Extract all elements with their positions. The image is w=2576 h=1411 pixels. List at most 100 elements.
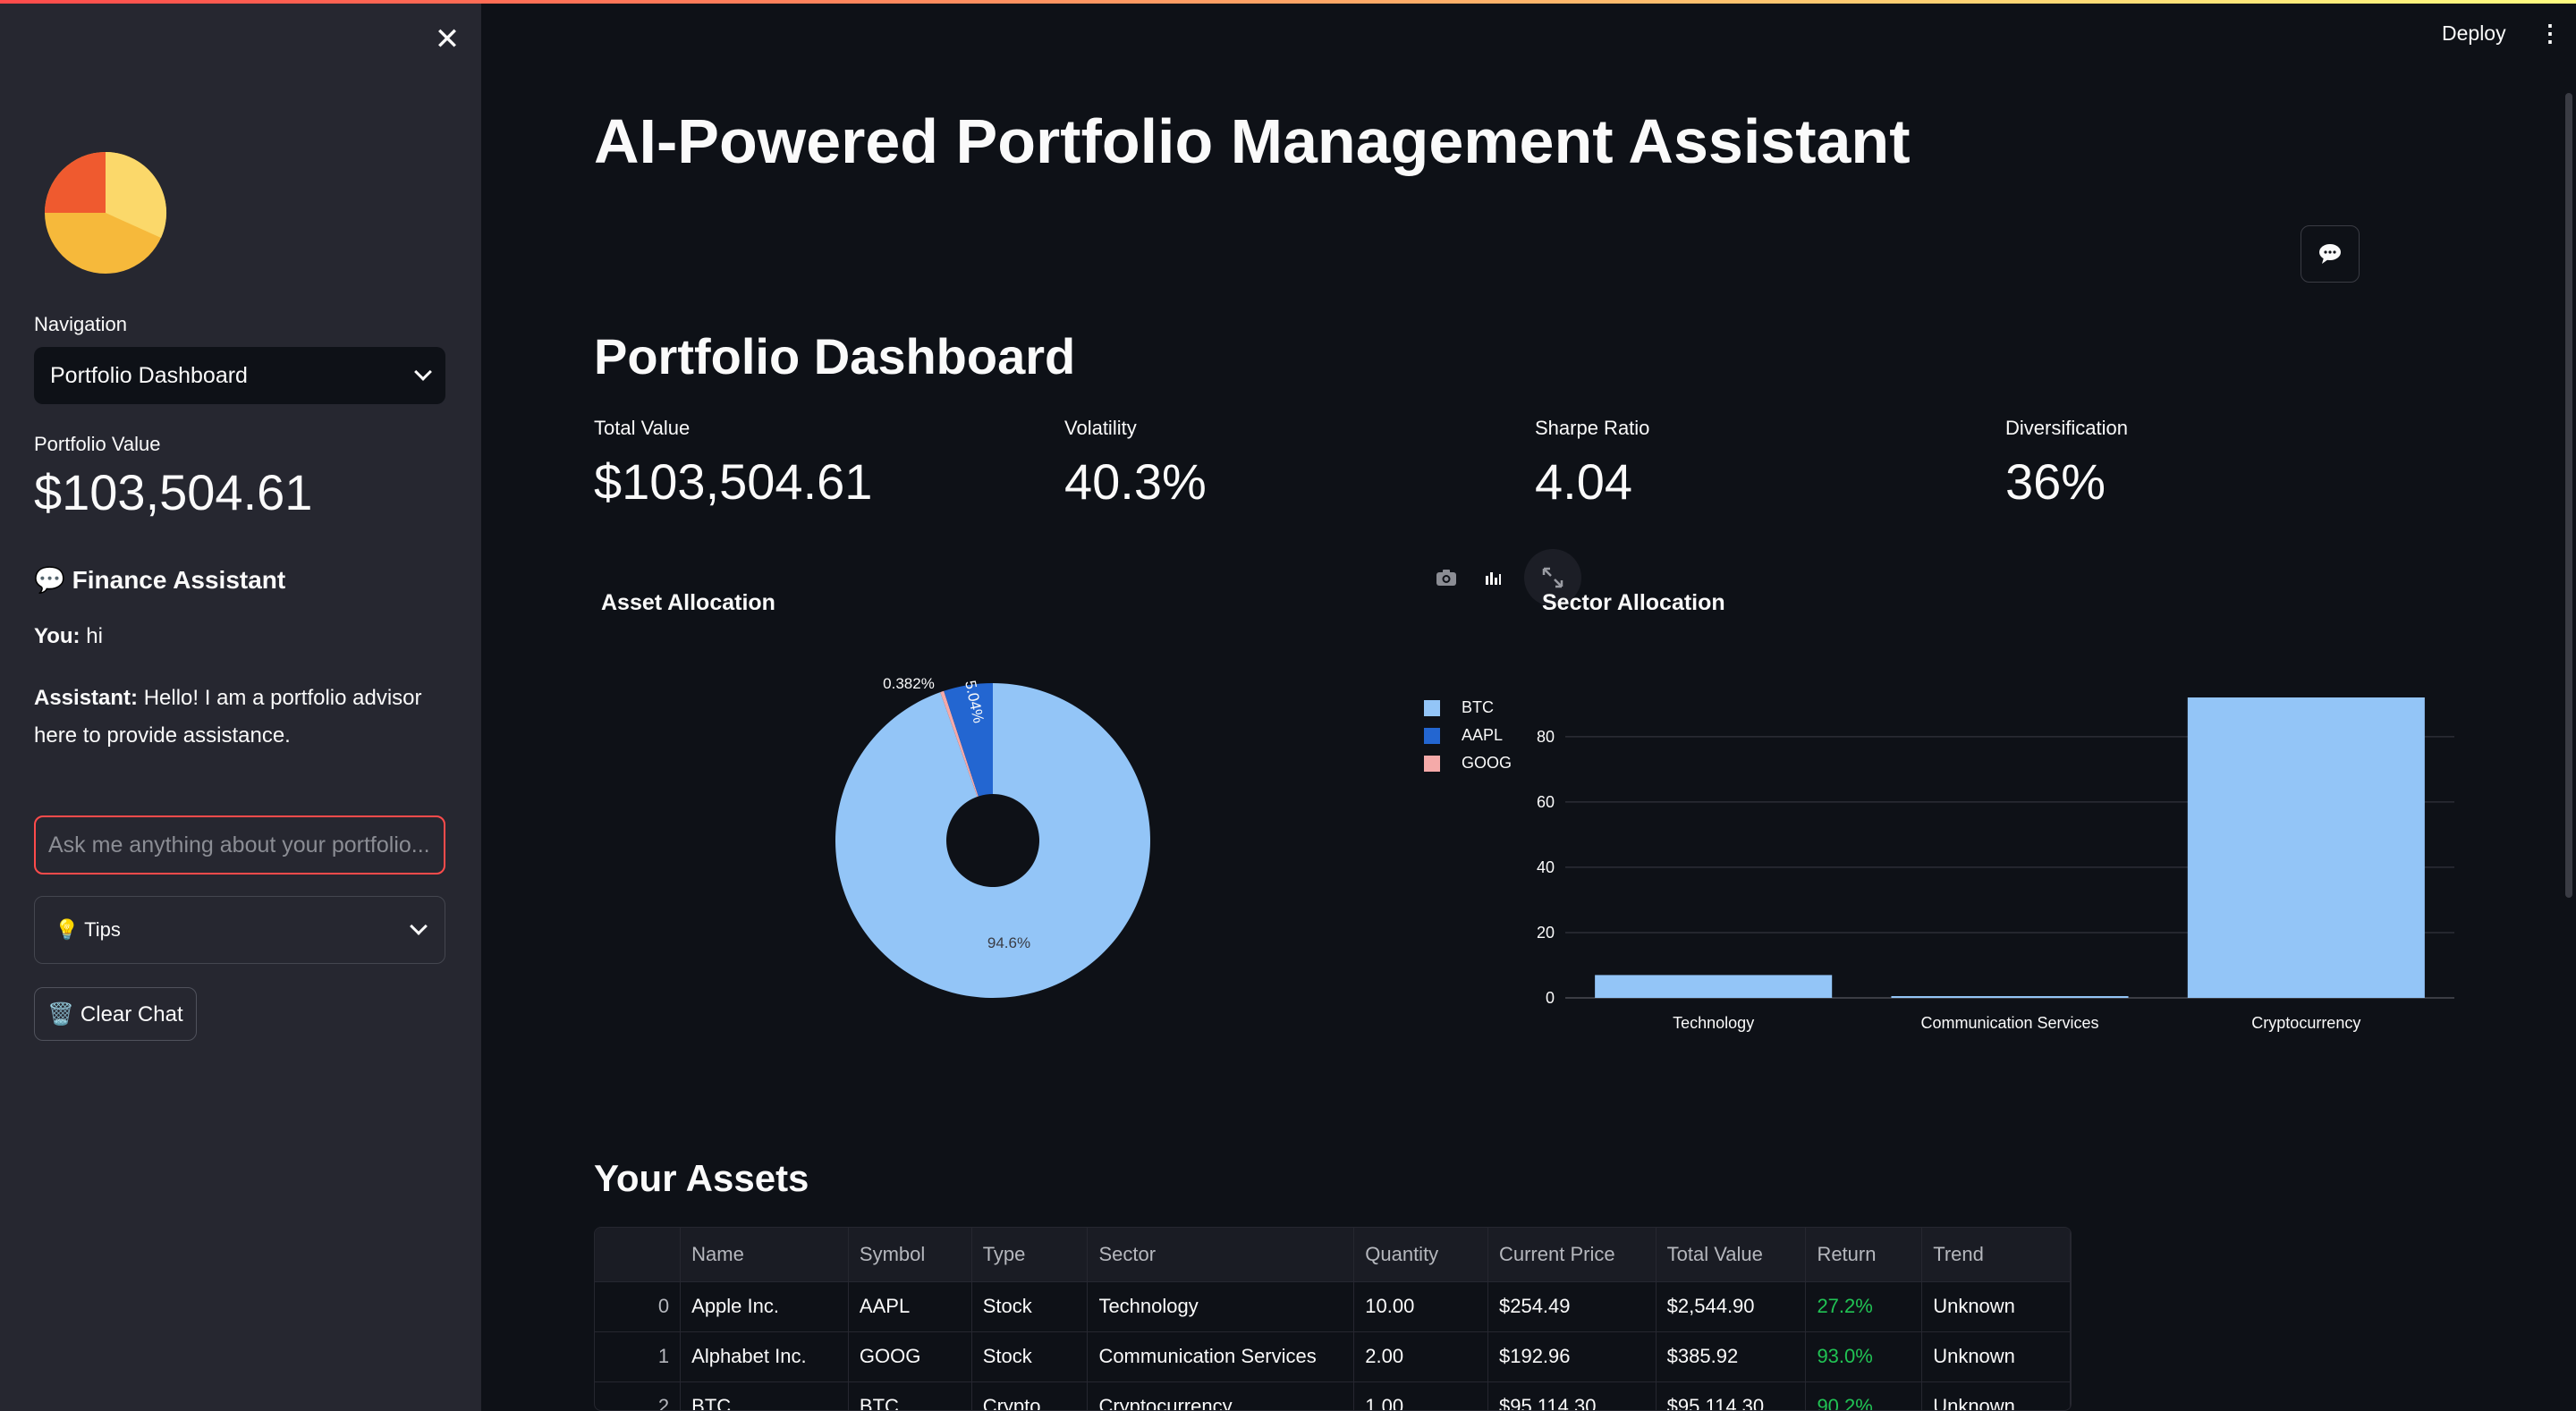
deploy-button[interactable]: Deploy bbox=[2442, 21, 2506, 46]
column-header-index[interactable] bbox=[595, 1228, 682, 1282]
chat-input[interactable]: Ask me anything about your portfolio... bbox=[34, 815, 445, 874]
cell-total-value[interactable]: $2,544.90 bbox=[1656, 1281, 1807, 1332]
scrollbar[interactable] bbox=[2565, 93, 2572, 898]
cell-name[interactable]: BTC bbox=[680, 1381, 849, 1410]
y-tick-label: 60 bbox=[1537, 793, 1555, 811]
cell-type[interactable]: Crypto bbox=[971, 1381, 1089, 1410]
metric-label: Sharpe Ratio bbox=[1535, 417, 1650, 439]
y-tick-label: 40 bbox=[1537, 858, 1555, 876]
navigation-label: Navigation bbox=[34, 313, 127, 335]
cell-total-value[interactable]: $385.92 bbox=[1656, 1331, 1807, 1382]
bar-communication-services[interactable] bbox=[1891, 996, 2129, 998]
column-header-quantity[interactable]: Quantity bbox=[1353, 1228, 1488, 1282]
page-title: AI-Powered Portfolio Management Assistan… bbox=[594, 106, 1911, 176]
cell-symbol[interactable]: GOOG bbox=[848, 1331, 972, 1382]
assets-title: Your Assets bbox=[594, 1157, 809, 1199]
chevron-down-icon bbox=[410, 917, 428, 935]
sidebar: ✕ Navigation Portfolio Dashboard Portfol… bbox=[0, 0, 481, 1411]
metric-volatility: Volatility 40.3% bbox=[1064, 417, 1207, 511]
portfolio-value-label: Portfolio Value bbox=[34, 433, 161, 455]
cell-name[interactable]: Apple Inc. bbox=[680, 1281, 849, 1332]
close-sidebar-icon[interactable]: ✕ bbox=[431, 23, 463, 55]
metric-label: Volatility bbox=[1064, 417, 1137, 439]
cell-return[interactable]: 93.0% bbox=[1805, 1331, 1923, 1382]
chat-bubble-icon bbox=[2319, 244, 2341, 264]
column-header-current-price[interactable]: Current Price bbox=[1487, 1228, 1657, 1282]
metric-value: $103,504.61 bbox=[594, 453, 873, 510]
x-tick-label: Technology bbox=[1673, 1014, 1754, 1032]
cell-current-price[interactable]: $254.49 bbox=[1487, 1281, 1657, 1332]
user-text: hi bbox=[86, 624, 103, 648]
y-tick-label: 0 bbox=[1546, 989, 1555, 1007]
sector-allocation-bar-chart: 0 20 40 60 80 Technology Communication Service… bbox=[1537, 697, 2454, 1032]
cell-symbol[interactable]: AAPL bbox=[848, 1281, 972, 1332]
column-header-symbol[interactable]: Symbol bbox=[848, 1228, 972, 1282]
cell-type[interactable]: Stock bbox=[971, 1281, 1089, 1332]
cell-symbol[interactable]: BTC bbox=[848, 1381, 972, 1410]
cell-name[interactable]: Alphabet Inc. bbox=[680, 1331, 849, 1382]
cell-total-value[interactable]: $95,114.30 bbox=[1656, 1381, 1807, 1410]
metric-total-value: Total Value $103,504.61 bbox=[594, 417, 872, 511]
column-header-name[interactable]: Name bbox=[680, 1228, 849, 1282]
chevron-down-icon bbox=[414, 363, 432, 381]
cell-return[interactable]: 90.2% bbox=[1805, 1381, 1923, 1410]
bar-cryptocurrency[interactable] bbox=[2187, 697, 2425, 998]
table-row[interactable]: 1 Alphabet Inc. GOOG Stock Communication… bbox=[595, 1331, 2071, 1382]
table-row[interactable]: 2 BTC BTC Crypto Cryptocurrency 1.00 $95… bbox=[595, 1381, 2071, 1410]
y-tick-label: 20 bbox=[1537, 924, 1555, 942]
asset-allocation-pie-chart: 94.6%5.04%0.382% bbox=[835, 675, 1150, 998]
cell-sector[interactable]: Cryptocurrency bbox=[1087, 1381, 1355, 1410]
column-header-trend[interactable]: Trend bbox=[1921, 1228, 2071, 1282]
row-index: 0 bbox=[595, 1281, 682, 1332]
assets-table[interactable]: Name Symbol Type Sector Quantity Current… bbox=[594, 1227, 2072, 1411]
cell-trend[interactable]: Unknown bbox=[1921, 1381, 2071, 1410]
clear-chat-button[interactable]: 🗑️ Clear Chat bbox=[34, 987, 197, 1041]
cell-trend[interactable]: Unknown bbox=[1921, 1331, 2071, 1382]
chat-bubble-button[interactable] bbox=[2301, 225, 2360, 283]
cell-sector[interactable]: Technology bbox=[1087, 1281, 1355, 1332]
tips-expander[interactable]: 💡 Tips bbox=[34, 896, 445, 964]
asset-allocation-title: Asset Allocation bbox=[601, 590, 775, 615]
pie-label-btc: 94.6% bbox=[987, 934, 1030, 951]
metric-label: Diversification bbox=[2005, 417, 2128, 439]
column-header-sector[interactable]: Sector bbox=[1087, 1228, 1355, 1282]
cell-trend[interactable]: Unknown bbox=[1921, 1281, 2071, 1332]
user-message: You: hi bbox=[34, 624, 103, 649]
cell-current-price[interactable]: $95,114.30 bbox=[1487, 1381, 1657, 1410]
cell-current-price[interactable]: $192.96 bbox=[1487, 1331, 1657, 1382]
x-tick-label: Communication Services bbox=[1920, 1014, 2098, 1032]
metric-value: 36% bbox=[2005, 453, 2106, 510]
pie-label-goog: 0.382% bbox=[883, 675, 935, 692]
main-menu-icon[interactable]: ⋮ bbox=[2538, 21, 2562, 45]
top-accent-bar bbox=[0, 0, 2576, 4]
y-tick-label: 80 bbox=[1537, 728, 1555, 746]
navigation-select[interactable]: Portfolio Dashboard bbox=[34, 347, 445, 404]
portfolio-value: $103,504.61 bbox=[34, 464, 313, 520]
user-label: You: bbox=[34, 624, 80, 648]
cell-sector[interactable]: Communication Services bbox=[1087, 1331, 1355, 1382]
column-header-type[interactable]: Type bbox=[971, 1228, 1089, 1282]
column-header-return[interactable]: Return bbox=[1805, 1228, 1923, 1282]
pie-logo-icon bbox=[45, 152, 167, 274]
metric-value: 40.3% bbox=[1064, 453, 1207, 510]
cell-quantity[interactable]: 10.00 bbox=[1353, 1281, 1488, 1332]
assistant-label: Assistant: bbox=[34, 686, 139, 710]
navigation-selected-value: Portfolio Dashboard bbox=[50, 362, 248, 388]
metric-diversification: Diversification 36% bbox=[2005, 417, 2128, 511]
cell-quantity[interactable]: 1.00 bbox=[1353, 1381, 1488, 1410]
metric-label: Total Value bbox=[594, 417, 691, 439]
camera-icon[interactable] bbox=[1431, 562, 1462, 593]
x-tick-label: Cryptocurrency bbox=[2251, 1014, 2360, 1032]
cell-type[interactable]: Stock bbox=[971, 1331, 1089, 1382]
assistant-message: Assistant: Hello! I am a portfolio advis… bbox=[34, 680, 445, 755]
plotly-logo-icon[interactable] bbox=[1478, 562, 1508, 593]
table-row[interactable]: 0 Apple Inc. AAPL Stock Technology 10.00… bbox=[595, 1281, 2071, 1332]
cell-return[interactable]: 27.2% bbox=[1805, 1281, 1923, 1332]
row-index: 2 bbox=[595, 1381, 682, 1410]
row-index: 1 bbox=[595, 1331, 682, 1382]
sector-allocation-title: Sector Allocation bbox=[1542, 590, 1725, 615]
metric-sharpe-ratio: Sharpe Ratio 4.04 bbox=[1535, 417, 1649, 511]
bar-technology[interactable] bbox=[1595, 975, 1833, 998]
column-header-total-value[interactable]: Total Value bbox=[1656, 1228, 1807, 1282]
cell-quantity[interactable]: 2.00 bbox=[1353, 1331, 1488, 1382]
